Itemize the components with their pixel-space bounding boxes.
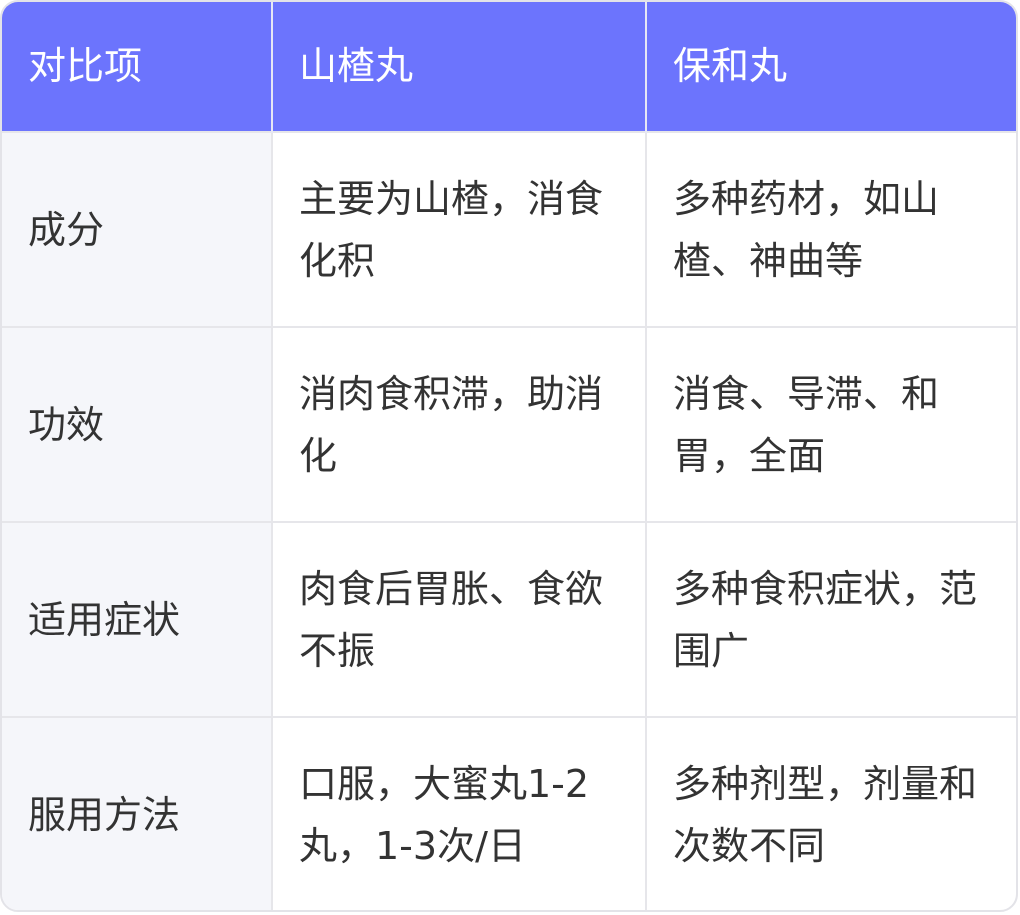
table-header: 对比项 山楂丸 保和丸 — [2, 2, 1016, 132]
cell-baohe-ingredients: 多种药材，如山楂、神曲等 — [646, 131, 1016, 327]
table-row: 适用症状 肉食后胃胀、食欲不振 多种食积症状，范围广 — [2, 521, 1016, 717]
table-row: 成分 主要为山楂，消食化积 多种药材，如山楂、神曲等 — [2, 131, 1016, 327]
comparison-table: 对比项 山楂丸 保和丸 成分 主要为山楂，消食化积 多种药材，如山楂、神曲等 功… — [2, 2, 1016, 910]
header-cell-shanzha-wan: 山楂丸 — [272, 2, 647, 132]
table-row: 服用方法 口服，大蜜丸1-2丸，1-3次/日 多种剂型，剂量和次数不同 — [2, 716, 1016, 910]
row-label-efficacy: 功效 — [2, 326, 273, 522]
header-cell-baohe-wan: 保和丸 — [646, 2, 1016, 132]
cell-baohe-efficacy: 消食、导滞、和胃，全面 — [646, 326, 1016, 522]
header-row: 对比项 山楂丸 保和丸 — [2, 2, 1016, 132]
table-body: 成分 主要为山楂，消食化积 多种药材，如山楂、神曲等 功效 消肉食积滞，助消化 … — [2, 131, 1016, 910]
row-label-symptoms: 适用症状 — [2, 521, 273, 717]
header-cell-item: 对比项 — [2, 2, 273, 132]
cell-shanzha-dosage: 口服，大蜜丸1-2丸，1-3次/日 — [272, 716, 647, 910]
cell-baohe-dosage: 多种剂型，剂量和次数不同 — [646, 716, 1016, 910]
cell-shanzha-ingredients: 主要为山楂，消食化积 — [272, 131, 647, 327]
comparison-table-container: 对比项 山楂丸 保和丸 成分 主要为山楂，消食化积 多种药材，如山楂、神曲等 功… — [0, 0, 1018, 912]
table-row: 功效 消肉食积滞，助消化 消食、导滞、和胃，全面 — [2, 326, 1016, 522]
cell-baohe-symptoms: 多种食积症状，范围广 — [646, 521, 1016, 717]
cell-shanzha-symptoms: 肉食后胃胀、食欲不振 — [272, 521, 647, 717]
row-label-ingredients: 成分 — [2, 131, 273, 327]
row-label-dosage: 服用方法 — [2, 716, 273, 910]
cell-shanzha-efficacy: 消肉食积滞，助消化 — [272, 326, 647, 522]
